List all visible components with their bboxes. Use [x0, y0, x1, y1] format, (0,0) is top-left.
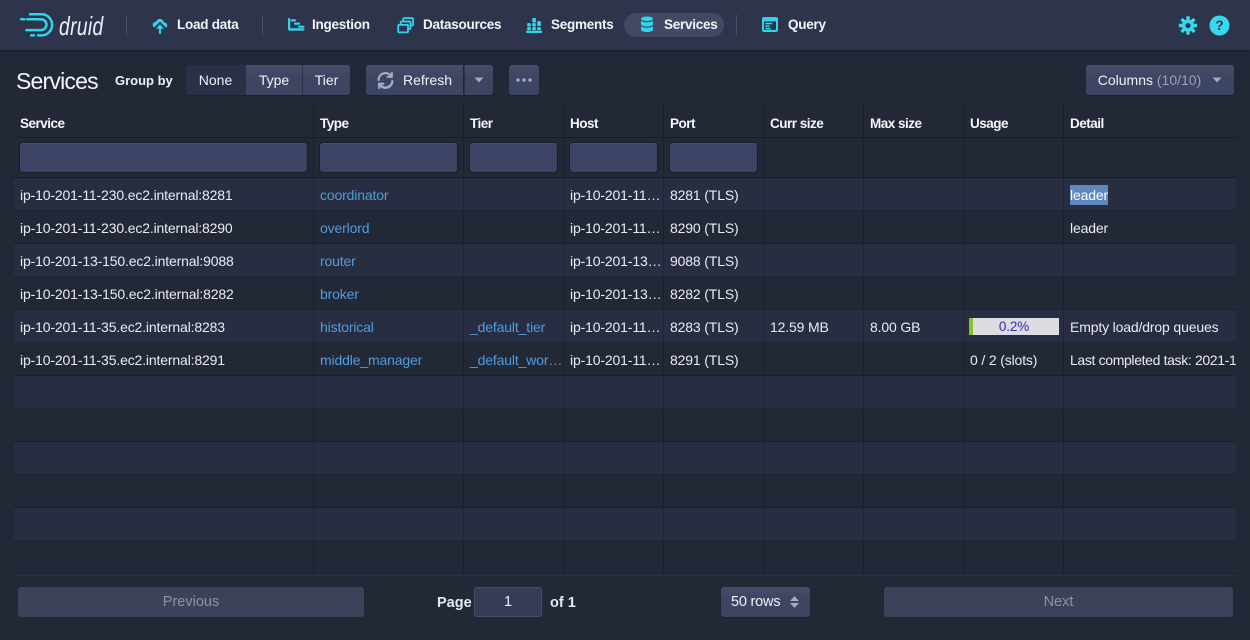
svg-text:?: ? — [1215, 18, 1223, 33]
